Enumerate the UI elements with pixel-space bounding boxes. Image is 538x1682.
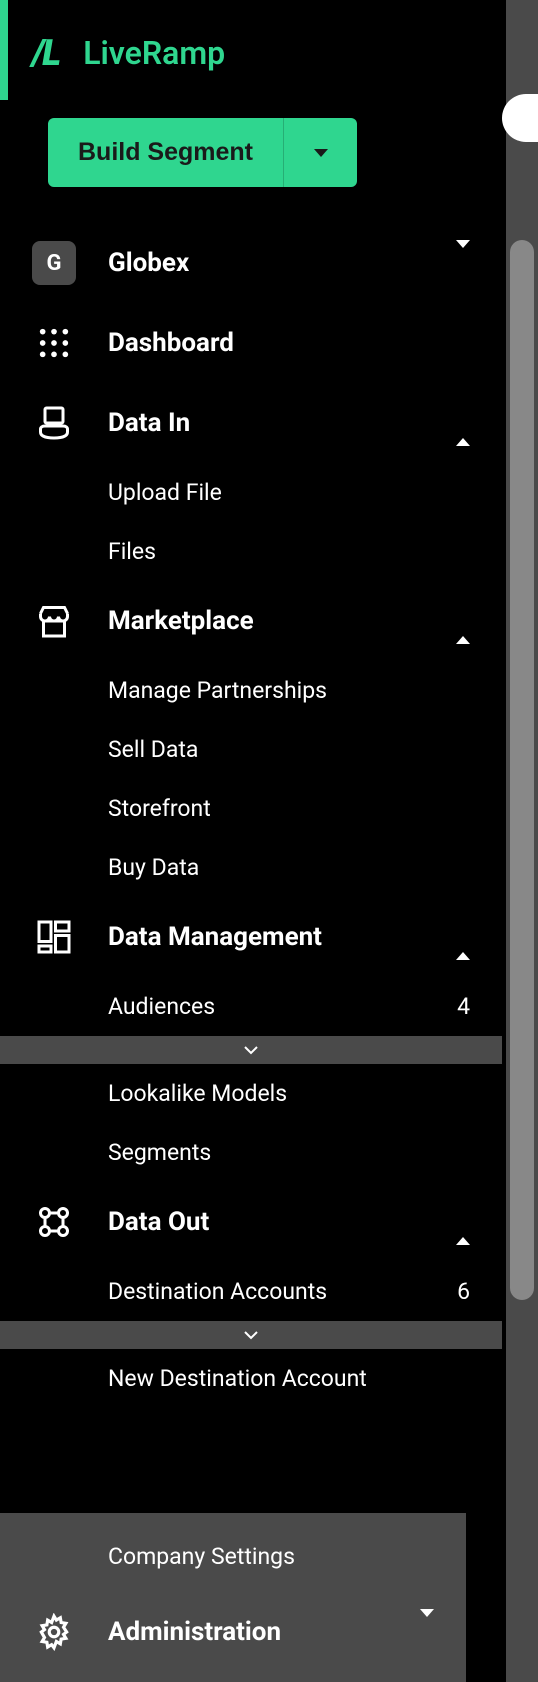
data-in-icon <box>32 401 76 445</box>
caret-up-icon <box>456 408 470 438</box>
org-badge: G <box>32 241 76 285</box>
nav-label: Dashboard <box>108 328 470 358</box>
grid-icon <box>32 321 76 365</box>
nav-label: Data Management <box>108 922 424 952</box>
scrollbar-thumb[interactable] <box>510 240 534 1300</box>
count-badge: 4 <box>457 993 470 1020</box>
caret-up-icon <box>456 1207 470 1237</box>
nav-upload-file[interactable]: Upload File <box>0 463 502 522</box>
nav-segments[interactable]: Segments <box>0 1123 502 1182</box>
gear-icon <box>32 1610 76 1654</box>
nav-label: Data Out <box>108 1207 424 1237</box>
nav-data-management[interactable]: Data Management <box>0 897 502 977</box>
caret-down-icon <box>456 248 470 278</box>
nav-storefront[interactable]: Storefront <box>0 779 502 838</box>
logo-icon: /L <box>32 32 59 74</box>
nav-label: Data In <box>108 408 424 438</box>
build-segment-group: Build Segment <box>48 118 502 187</box>
marketplace-icon <box>32 599 76 643</box>
caret-down-icon <box>420 1617 434 1647</box>
nav-sell-data[interactable]: Sell Data <box>0 720 502 779</box>
build-segment-button[interactable]: Build Segment <box>48 118 283 187</box>
scrollbar-track[interactable] <box>506 0 538 1682</box>
nav-lookalike-models[interactable]: Lookalike Models <box>0 1064 502 1123</box>
accent-bar <box>0 0 8 100</box>
brand-name: LiveRamp <box>83 34 225 72</box>
nav-destination-accounts[interactable]: Destination Accounts 6 <box>0 1262 502 1321</box>
build-segment-dropdown-button[interactable] <box>283 118 357 187</box>
nav-company-settings[interactable]: Company Settings <box>0 1521 466 1592</box>
nav-data-in[interactable]: Data In <box>0 383 502 463</box>
data-out-icon <box>32 1200 76 1244</box>
data-management-icon <box>32 915 76 959</box>
nav-marketplace[interactable]: Marketplace <box>0 581 502 661</box>
org-selector[interactable]: G Globex <box>0 223 502 303</box>
expand-audiences-bar[interactable] <box>0 1036 502 1064</box>
nav-label: Administration <box>108 1617 388 1647</box>
nav-administration[interactable]: Administration <box>0 1592 466 1682</box>
nav-new-destination-account[interactable]: New Destination Account <box>0 1349 502 1408</box>
expand-destinations-bar[interactable] <box>0 1321 502 1349</box>
count-badge: 6 <box>457 1278 470 1305</box>
header: /L LiveRamp <box>0 0 502 74</box>
nav-data-out[interactable]: Data Out <box>0 1182 502 1262</box>
nav-dashboard[interactable]: Dashboard <box>0 303 502 383</box>
nav-label: Marketplace <box>108 606 424 636</box>
nav: G Globex Dashboard Data In Upload File F… <box>0 223 502 1408</box>
admin-block: Company Settings Administration <box>0 1513 466 1682</box>
caret-down-icon <box>314 149 328 157</box>
nav-files[interactable]: Files <box>0 522 502 581</box>
chevron-down-icon <box>243 1330 259 1340</box>
sidebar: /L LiveRamp Build Segment G Globex Dashb… <box>0 0 502 1682</box>
caret-up-icon <box>456 606 470 636</box>
nav-buy-data[interactable]: Buy Data <box>0 838 502 897</box>
org-name: Globex <box>108 248 424 278</box>
chevron-down-icon <box>243 1045 259 1055</box>
nav-manage-partnerships[interactable]: Manage Partnerships <box>0 661 502 720</box>
caret-up-icon <box>456 922 470 952</box>
nav-audiences[interactable]: Audiences 4 <box>0 977 502 1036</box>
